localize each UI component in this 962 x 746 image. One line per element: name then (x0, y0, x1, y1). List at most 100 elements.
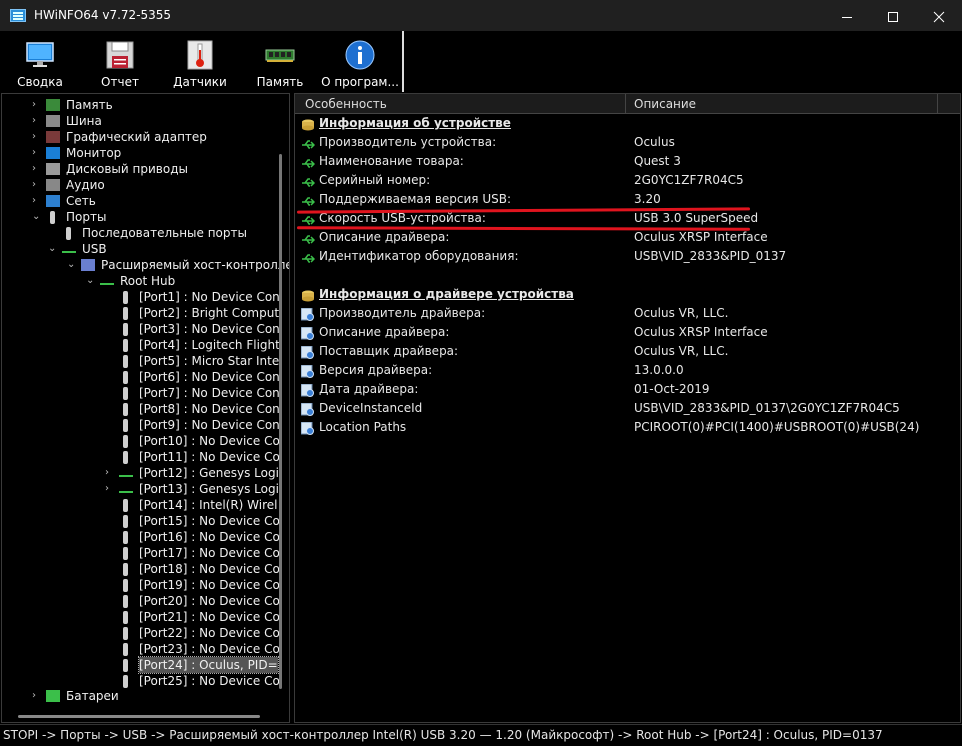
about-button[interactable]: О програм... (320, 31, 400, 92)
minimize-button[interactable] (824, 0, 870, 31)
expand-chevron-icon[interactable]: › (32, 193, 42, 209)
detail-row[interactable]: Описание драйвера: Oculus XRSP Interface (295, 228, 960, 247)
memory-button[interactable]: Память (240, 31, 320, 92)
details-pane: Особенность Описание Информация об устро… (294, 93, 961, 723)
tree-item[interactable]: ⌄ USB (2, 241, 282, 257)
detail-row[interactable]: Серийный номер: 2G0YC1ZF7R04C5 (295, 171, 960, 190)
tree-item[interactable]: › Батареи (2, 688, 282, 704)
driver-gear-icon (300, 421, 315, 435)
tree-item[interactable]: [Port19] : No Device Co (2, 577, 282, 593)
tree-horizontal-scrollbar[interactable] (18, 715, 260, 718)
tree-item[interactable]: [Port4] : Logitech Flight (2, 337, 282, 353)
tree-item[interactable]: [Port17] : No Device Co (2, 545, 282, 561)
maximize-button[interactable] (870, 0, 916, 31)
tree-item[interactable]: ⌄ Root Hub (2, 273, 282, 289)
port-icon (50, 211, 55, 224)
port-icon (123, 291, 128, 304)
tree-item[interactable]: [Port11] : No Device Co (2, 449, 282, 465)
detail-row[interactable]: Наименование товара: Quest 3 (295, 152, 960, 171)
expand-chevron-icon[interactable]: › (105, 465, 115, 481)
tree-item[interactable]: [Port7] : No Device Con (2, 385, 282, 401)
driver-gear-icon (300, 364, 315, 378)
tree-item[interactable]: › [Port13] : Genesys Logi (2, 481, 282, 497)
section-header[interactable]: Информация об устройстве (295, 114, 960, 133)
tree-item[interactable]: Последовательные порты (2, 225, 282, 241)
section-header[interactable]: Информация о драйвере устройства (295, 285, 960, 304)
collapse-chevron-icon[interactable]: ⌄ (67, 257, 77, 273)
tree-item[interactable]: [Port10] : No Device Co (2, 433, 282, 449)
tree-item[interactable]: [Port14] : Intel(R) Wirel (2, 497, 282, 513)
tree-item[interactable]: [Port6] : No Device Con (2, 369, 282, 385)
tree-item-label: Монитор (66, 146, 122, 160)
expand-chevron-icon[interactable]: › (32, 145, 42, 161)
tree-item[interactable]: [Port21] : No Device Co (2, 609, 282, 625)
tree-item-label: Расширяемый хост-контроллер (101, 258, 290, 272)
detail-row[interactable]: Дата драйвера: 01-Oct-2019 (295, 380, 960, 399)
tree-item[interactable]: [Port5] : Micro Star Inte (2, 353, 282, 369)
detail-row[interactable]: Производитель драйвера: Oculus VR, LLC. (295, 304, 960, 323)
tree-item-label: [Port10] : No Device Co (139, 434, 280, 448)
close-button[interactable] (916, 0, 962, 31)
column-feature-header[interactable]: Особенность (305, 97, 387, 111)
sensors-button[interactable]: Датчики (160, 31, 240, 92)
tree-item[interactable]: › Монитор (2, 145, 282, 161)
column-description-header[interactable]: Описание (634, 97, 696, 111)
collapse-chevron-icon[interactable]: ⌄ (32, 209, 42, 225)
detail-row[interactable]: Поставщик драйвера: Oculus VR, LLC. (295, 342, 960, 361)
tree-vertical-scrollbar[interactable] (279, 154, 282, 689)
expand-chevron-icon[interactable]: › (32, 161, 42, 177)
tree-item[interactable]: [Port9] : No Device Con (2, 417, 282, 433)
detail-row[interactable]: DeviceInstanceId USB\VID_2833&PID_0137\2G… (295, 399, 960, 418)
tree-item[interactable]: [Port25] : No Device Co (2, 673, 282, 689)
tree-item[interactable]: [Port24] : Oculus, PID= (2, 656, 282, 674)
tree-item[interactable]: › Шина (2, 113, 282, 129)
expand-chevron-icon[interactable]: › (32, 688, 42, 704)
tree-item-label: Дисковый приводы (66, 162, 188, 176)
detail-row[interactable]: Location Paths PCIROOT(0)#PCI(1400)#USBRO… (295, 418, 960, 437)
detail-row[interactable]: Идентификатор оборудования: USB\VID_2833&… (295, 247, 960, 266)
tree-item[interactable]: [Port18] : No Device Co (2, 561, 282, 577)
tree-item[interactable]: [Port3] : No Device Con (2, 321, 282, 337)
detail-key: Описание драйвера: (319, 230, 450, 244)
tree-item[interactable]: [Port16] : No Device Co (2, 529, 282, 545)
tree-item[interactable]: › [Port12] : Genesys Logi (2, 465, 282, 481)
tree-item[interactable]: › Дисковый приводы (2, 161, 282, 177)
usb-icon (100, 277, 114, 285)
expand-chevron-icon[interactable]: › (32, 177, 42, 193)
usb-icon (62, 245, 76, 253)
tree-item[interactable]: › Графический адаптер (2, 129, 282, 145)
tree-item[interactable]: [Port2] : Bright Comput (2, 305, 282, 321)
report-button[interactable]: Отчет (80, 31, 160, 92)
tree-item[interactable]: ⌄ Порты (2, 209, 282, 225)
tree-item-label: Память (66, 98, 113, 112)
tree-item[interactable]: › Память (2, 97, 282, 113)
tree-item[interactable]: › Аудио (2, 177, 282, 193)
detail-value: Oculus XRSP Interface (634, 230, 768, 244)
hardware-tree[interactable]: › Память › Шина › Графический адаптер › Монитор… (1, 93, 290, 723)
detail-row[interactable]: Версия драйвера: 13.0.0.0 (295, 361, 960, 380)
expand-chevron-icon[interactable]: › (32, 113, 42, 129)
tree-item[interactable]: [Port15] : No Device Co (2, 513, 282, 529)
tree-item[interactable]: › Сеть (2, 193, 282, 209)
detail-row[interactable]: Производитель устройства: Oculus (295, 133, 960, 152)
disk-icon (46, 163, 60, 175)
summary-button[interactable]: Сводка (0, 31, 80, 92)
tree-item-label: [Port1] : No Device Con (139, 290, 280, 304)
expand-chevron-icon[interactable]: › (32, 129, 42, 145)
expand-chevron-icon[interactable]: › (32, 97, 42, 113)
tree-item-label: Порты (66, 210, 107, 224)
tree-item[interactable]: [Port23] : No Device Co (2, 641, 282, 657)
tree-item[interactable]: [Port20] : No Device Co (2, 593, 282, 609)
port-icon (123, 339, 128, 352)
tree-item[interactable]: ⌄ Расширяемый хост-контроллер (2, 257, 289, 273)
detail-row[interactable]: Описание драйвера: Oculus XRSP Interface (295, 323, 960, 342)
tree-item[interactable]: [Port1] : No Device Con (2, 289, 282, 305)
tree-item[interactable]: [Port22] : No Device Co (2, 625, 282, 641)
tree-item[interactable]: [Port8] : No Device Con (2, 401, 282, 417)
title-bar: HWiNFO64 v7.72-5355 (0, 0, 962, 31)
detail-row[interactable]: Поддерживаемая версия USB: 3.20 (295, 190, 960, 209)
collapse-chevron-icon[interactable]: ⌄ (86, 273, 96, 289)
expand-chevron-icon[interactable]: › (105, 481, 115, 497)
collapse-chevron-icon[interactable]: ⌄ (48, 241, 58, 257)
detail-value: USB\VID_2833&PID_0137 (634, 249, 787, 263)
